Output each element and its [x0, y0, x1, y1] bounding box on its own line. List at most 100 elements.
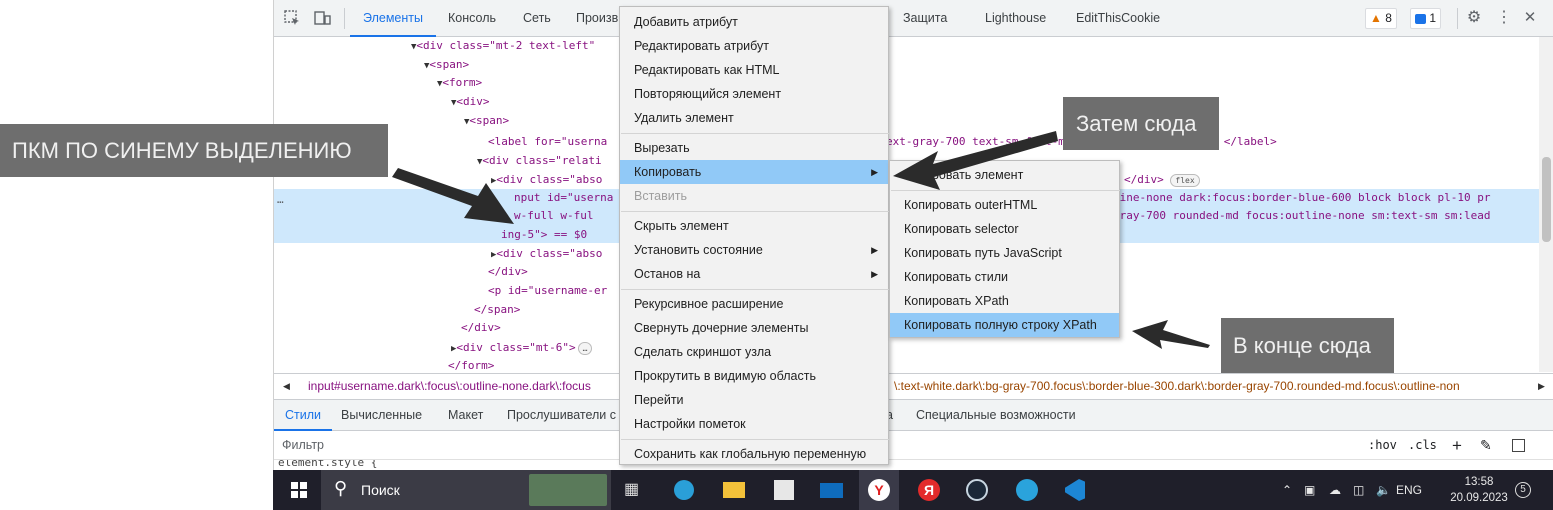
menu-add-attribute[interactable]: Добавить атрибут: [620, 10, 888, 34]
sidebar-toggle-icon[interactable]: [1512, 439, 1525, 452]
messages-badge[interactable]: 1: [1410, 8, 1442, 29]
node-dots[interactable]: …: [277, 191, 284, 209]
edge-taskbar-icon[interactable]: [663, 470, 703, 510]
submenu-copy-outerhtml[interactable]: Копировать outerHTML: [890, 193, 1119, 217]
menu-collapse-children[interactable]: Свернуть дочерние элементы: [620, 316, 888, 340]
ellipsis-badge[interactable]: …: [577, 341, 593, 355]
close-icon[interactable]: ✕: [1520, 9, 1540, 27]
menu-force-state[interactable]: Установить состояние ▶: [620, 238, 888, 262]
breadcrumb-item[interactable]: input#username.dark\:focus\:outline-none…: [308, 374, 591, 399]
elements-scrollbar[interactable]: [1539, 37, 1553, 372]
tab-network[interactable]: Сеть: [523, 0, 551, 37]
breadcrumb: ◀ input#username.dark\:focus\:outline-no…: [274, 373, 1553, 400]
device-toolbar-icon[interactable]: [312, 9, 332, 27]
submenu-copy-selector[interactable]: Копировать selector: [890, 217, 1119, 241]
telegram-icon[interactable]: [1007, 470, 1047, 510]
network-icon[interactable]: ◫: [1353, 470, 1364, 510]
filter-input[interactable]: Фильтр: [282, 431, 324, 460]
tab-security[interactable]: Защита: [903, 0, 947, 37]
menu-edit-attribute[interactable]: Редактировать атрибут: [620, 34, 888, 58]
vscode-icon[interactable]: [1055, 470, 1095, 510]
file-explorer-icon[interactable]: [713, 470, 753, 510]
breadcrumb-item-right[interactable]: \:text-white.dark\:bg-gray-700.focus\:bo…: [894, 374, 1460, 399]
tree-line[interactable]: ▼<div class="relati: [477, 152, 602, 170]
paint-brush-icon[interactable]: ✎: [1480, 431, 1492, 460]
tray-overflow-icon[interactable]: ⌃: [1282, 470, 1292, 510]
store-icon[interactable]: [763, 470, 803, 510]
tab-performance[interactable]: Произв: [576, 0, 618, 37]
yandex-browser-icon[interactable]: Y: [859, 470, 899, 510]
notifications-icon[interactable]: 5: [1513, 479, 1533, 501]
menu-hide-element[interactable]: Скрыть элемент: [620, 214, 888, 238]
inspect-element-icon[interactable]: [282, 9, 302, 27]
add-rule-icon[interactable]: +: [1452, 431, 1462, 460]
menu-scroll-into-view[interactable]: Прокрутить в видимую область: [620, 364, 888, 388]
menu-duplicate-element[interactable]: Повторяющийся элемент: [620, 82, 888, 106]
subtab-layout[interactable]: Макет: [448, 400, 483, 431]
tree-line-selected[interactable]: ing-5"> == $0: [501, 226, 587, 244]
menu-delete-element[interactable]: Удалить элемент: [620, 106, 888, 130]
menu-expand-recursively[interactable]: Рекурсивное расширение: [620, 292, 888, 316]
hov-toggle[interactable]: :hov: [1368, 431, 1397, 460]
submenu-copy-xpath[interactable]: Копировать XPath: [890, 289, 1119, 313]
tree-line[interactable]: ▼<span>: [464, 112, 509, 130]
menu-badge-settings[interactable]: Настройки пометок: [620, 412, 888, 436]
tree-line-right[interactable]: line-none dark:focus:border-blue-600 blo…: [1113, 189, 1491, 207]
warnings-badge[interactable]: ▲ 8: [1365, 8, 1397, 29]
menu-copy[interactable]: Копировать ▶: [620, 160, 888, 184]
yandex-icon[interactable]: Я: [909, 470, 949, 510]
mail-icon[interactable]: [811, 470, 851, 510]
subtab-accessibility[interactable]: Специальные возможности: [916, 400, 1076, 431]
tree-line-selected[interactable]: nput id="userna: [514, 189, 613, 207]
tab-lighthouse[interactable]: Lighthouse: [985, 0, 1046, 37]
menu-edit-as-html[interactable]: Редактировать как HTML: [620, 58, 888, 82]
flex-badge[interactable]: flex: [1170, 173, 1200, 187]
menu-break-on[interactable]: Останов на ▶: [620, 262, 888, 286]
tree-line[interactable]: <p id="username-er: [488, 282, 607, 300]
volume-icon[interactable]: 🔈: [1376, 470, 1391, 510]
tree-line[interactable]: </form>: [448, 357, 494, 372]
subtab-styles[interactable]: Стили: [274, 400, 333, 431]
tray-cloud-icon[interactable]: ☁: [1329, 470, 1341, 510]
tree-line[interactable]: ▼<div>: [451, 93, 490, 111]
menu-focus[interactable]: Перейти: [620, 388, 888, 412]
breadcrumb-right-arrow-icon[interactable]: ▶: [1538, 374, 1545, 399]
tree-line-right[interactable]: gray-700 rounded-md focus:outline-none s…: [1113, 207, 1491, 225]
submenu-copy-js-path[interactable]: Копировать путь JavaScript: [890, 241, 1119, 265]
search-box[interactable]: ⚲ Поиск: [321, 470, 611, 510]
tree-line[interactable]: ▼<div class="mt-2 text-left": [411, 37, 595, 55]
tab-editthiscookie[interactable]: EditThisCookie: [1076, 0, 1160, 37]
keyboard-language[interactable]: ENG: [1396, 470, 1422, 510]
tree-line[interactable]: <label for="userna: [488, 133, 607, 151]
scroll-thumb[interactable]: [1542, 157, 1551, 242]
tree-line-selected[interactable]: w-full w-ful: [514, 207, 593, 225]
tree-line[interactable]: ▶<div class="mt-6">…: [451, 339, 593, 357]
settings-gear-icon[interactable]: ⚙: [1464, 9, 1484, 27]
menu-store-as-global-variable[interactable]: Сохранить как глобальную переменную: [620, 442, 888, 466]
subtab-listeners[interactable]: Прослушиватели с: [507, 400, 616, 431]
start-button[interactable]: [279, 470, 319, 510]
tray-app-icon[interactable]: ▣: [1304, 470, 1315, 510]
tree-line[interactable]: </div>: [461, 319, 501, 337]
menu-capture-node-screenshot[interactable]: Сделать скриншот узла: [620, 340, 888, 364]
tree-line[interactable]: ▼<form>: [437, 74, 482, 92]
breadcrumb-left-arrow-icon[interactable]: ◀: [283, 374, 290, 399]
tree-line[interactable]: </div>: [488, 263, 528, 281]
tree-line-right[interactable]: </div> flex: [1124, 171, 1200, 189]
tab-elements[interactable]: Элементы: [350, 0, 436, 37]
tree-line[interactable]: ▶<div class="abso: [491, 245, 602, 263]
tree-line[interactable]: ▼<span>: [424, 56, 469, 74]
tree-line[interactable]: ▶<div class="abso: [491, 171, 602, 189]
more-options-icon[interactable]: ⋮: [1494, 9, 1514, 27]
task-view-button[interactable]: ▦: [613, 470, 653, 510]
subtab-computed[interactable]: Вычисленные: [341, 400, 422, 431]
cls-toggle[interactable]: .cls: [1408, 431, 1437, 460]
clock[interactable]: 13:58 20.09.2023: [1439, 474, 1519, 506]
tree-line[interactable]: </span>: [474, 301, 520, 319]
tab-console[interactable]: Консоль: [448, 0, 496, 37]
menu-cut[interactable]: Вырезать: [620, 136, 888, 160]
submenu-copy-styles[interactable]: Копировать стили: [890, 265, 1119, 289]
submenu-copy-full-xpath[interactable]: Копировать полную строку XPath: [890, 313, 1119, 337]
submenu-copy-element[interactable]: Копировать элемент: [890, 163, 1119, 187]
steam-icon[interactable]: [957, 470, 997, 510]
